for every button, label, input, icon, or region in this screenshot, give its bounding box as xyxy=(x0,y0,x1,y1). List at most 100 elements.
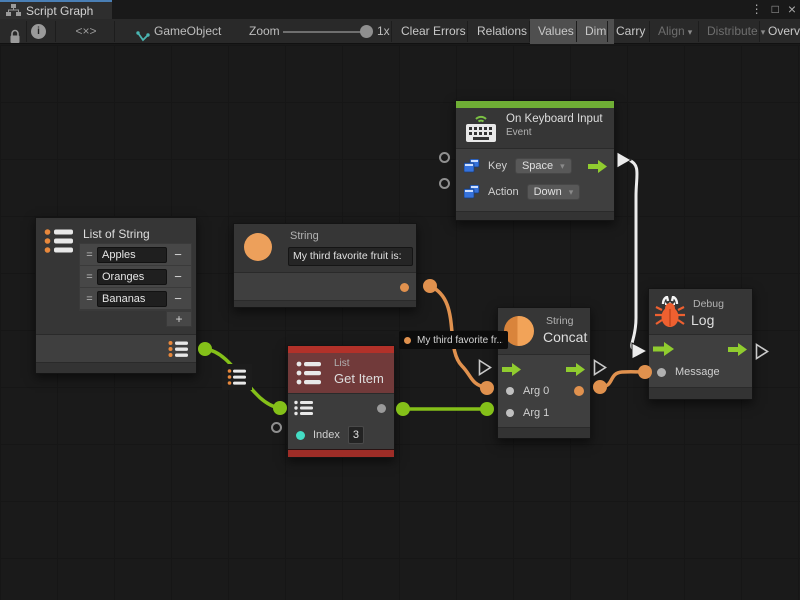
node-title: String xyxy=(290,230,319,242)
drag-handle[interactable]: = xyxy=(82,293,97,305)
key-type-icon xyxy=(464,159,480,173)
value-preview-text: My third favorite fr... xyxy=(417,335,503,346)
flow-output-port[interactable] xyxy=(728,343,748,356)
index-value-input[interactable]: 3 xyxy=(348,426,364,444)
align-button[interactable]: Align▾ xyxy=(650,19,700,44)
list-icon xyxy=(296,360,322,386)
tab-title: Script Graph xyxy=(26,4,93,18)
node-subtitle: Debug xyxy=(693,298,724,310)
carry-button[interactable]: Carry xyxy=(608,19,653,44)
chevron-down-icon: ▾ xyxy=(560,161,565,172)
list-icon xyxy=(227,368,247,386)
info-icon[interactable]: i xyxy=(31,24,46,39)
node-title: Get Item xyxy=(334,371,384,386)
graph-canvas[interactable]: On Keyboard Input Event Key Space▾ xyxy=(0,45,800,600)
clear-errors-button[interactable]: Clear Errors xyxy=(393,19,474,44)
node-title: Concat xyxy=(543,329,587,345)
unconnected-port-key[interactable] xyxy=(439,152,450,163)
arg0-input-port[interactable] xyxy=(506,387,514,395)
item-output-port[interactable] xyxy=(377,404,386,413)
flow-output-port[interactable] xyxy=(588,160,608,173)
unconnected-port-action[interactable] xyxy=(439,178,450,189)
node-subtitle: String xyxy=(546,315,573,327)
list-item-row: = Bananas − xyxy=(80,288,191,310)
string-type-icon xyxy=(504,316,534,346)
node-on-keyboard-input[interactable]: On Keyboard Input Event Key Space▾ xyxy=(455,100,615,221)
list-item-input[interactable]: Apples xyxy=(97,247,167,263)
chevron-down-icon: ▾ xyxy=(569,187,574,198)
menu-icon[interactable]: ⋮ xyxy=(751,0,763,19)
message-input-port[interactable] xyxy=(657,368,666,377)
list-icon xyxy=(44,228,74,255)
overview-button[interactable]: Overv xyxy=(760,19,800,44)
list-editor: = Apples − = Oranges − = Bananas − xyxy=(79,243,192,311)
relations-button[interactable]: Relations xyxy=(469,19,535,44)
list-output-port[interactable] xyxy=(168,340,188,358)
list-item-input[interactable]: Bananas xyxy=(97,291,167,307)
maximize-icon[interactable]: □ xyxy=(772,0,779,19)
unconnected-flow-input[interactable] xyxy=(478,359,492,376)
flow-input-port[interactable] xyxy=(653,342,675,356)
string-output-port[interactable] xyxy=(400,283,409,292)
node-get-item[interactable]: List Get Item Index 3 xyxy=(287,345,395,458)
drag-handle[interactable]: = xyxy=(82,249,97,261)
cable-list-type-badge xyxy=(222,364,252,390)
string-type-icon xyxy=(244,233,272,261)
tab-bar: Script Graph ⋮ □ × xyxy=(0,0,800,19)
graph-icon xyxy=(6,4,21,17)
remove-item-button[interactable]: − xyxy=(167,269,189,284)
result-output-port[interactable] xyxy=(574,386,584,396)
unconnected-flow-output[interactable] xyxy=(593,359,607,376)
node-concat[interactable]: String Concat Arg 0 Arg 1 xyxy=(497,307,591,439)
action-type-icon xyxy=(464,185,480,199)
message-label: Message xyxy=(675,366,720,378)
arg1-input-port[interactable] xyxy=(506,409,514,417)
node-string-literal[interactable]: String My third favorite fruit is: xyxy=(233,223,417,308)
zoom-slider-handle[interactable] xyxy=(360,25,373,38)
remove-item-button[interactable]: − xyxy=(167,247,189,262)
string-value-input[interactable]: My third favorite fruit is: xyxy=(288,247,413,266)
node-title: List of String xyxy=(83,227,150,241)
error-strip-top xyxy=(288,346,394,353)
values-button[interactable]: Values xyxy=(530,19,582,44)
key-dropdown[interactable]: Space▾ xyxy=(515,158,572,174)
close-icon[interactable]: × xyxy=(788,0,796,19)
zoom-label: Zoom xyxy=(249,19,280,44)
list-input-port[interactable] xyxy=(294,400,314,416)
zoom-slider-track[interactable] xyxy=(283,31,369,33)
flow-input-port[interactable] xyxy=(502,363,522,376)
action-dropdown[interactable]: Down▾ xyxy=(527,184,581,200)
remove-item-button[interactable]: − xyxy=(167,291,189,306)
arg0-label: Arg 0 xyxy=(523,385,549,397)
node-debug-log[interactable]: Debug Log Message xyxy=(648,288,753,400)
node-subtitle: List xyxy=(334,358,350,369)
tab-script-graph[interactable]: Script Graph xyxy=(0,0,112,19)
node-title: On Keyboard Input xyxy=(506,113,603,125)
toolbar: i <×> GameObject Zoom 1x Clear Errors Re… xyxy=(0,19,800,44)
flow-output-port[interactable] xyxy=(566,363,586,376)
key-port-label: Key xyxy=(488,160,507,172)
gameobject-label[interactable]: GameObject xyxy=(154,19,221,44)
unconnected-port-index[interactable] xyxy=(271,422,282,433)
keyboard-icon xyxy=(464,113,498,144)
node-title: Log xyxy=(691,312,714,328)
node-subtitle: Event xyxy=(506,127,603,138)
string-value-dot xyxy=(404,337,411,344)
value-preview-tooltip: My third favorite fr... xyxy=(399,331,508,349)
list-item-row: = Oranges − xyxy=(80,266,191,288)
drag-handle[interactable]: = xyxy=(82,271,97,283)
add-item-button[interactable]: + xyxy=(166,311,192,327)
list-item-input[interactable]: Oranges xyxy=(97,269,167,285)
node-list-of-string[interactable]: List of String = Apples − = Oranges − = … xyxy=(35,217,197,374)
arg1-label: Arg 1 xyxy=(523,407,549,419)
chevron-down-icon: ▾ xyxy=(688,27,693,37)
event-green-strip xyxy=(456,101,614,108)
index-label: Index xyxy=(313,429,340,441)
action-port-label: Action xyxy=(488,186,519,198)
code-icon[interactable]: <×> xyxy=(60,19,112,44)
index-input-port[interactable] xyxy=(296,431,305,440)
list-item-row: = Apples − xyxy=(80,244,191,266)
unconnected-flow-output[interactable] xyxy=(755,343,769,360)
bug-icon xyxy=(655,296,685,328)
error-strip-bottom xyxy=(288,449,394,457)
